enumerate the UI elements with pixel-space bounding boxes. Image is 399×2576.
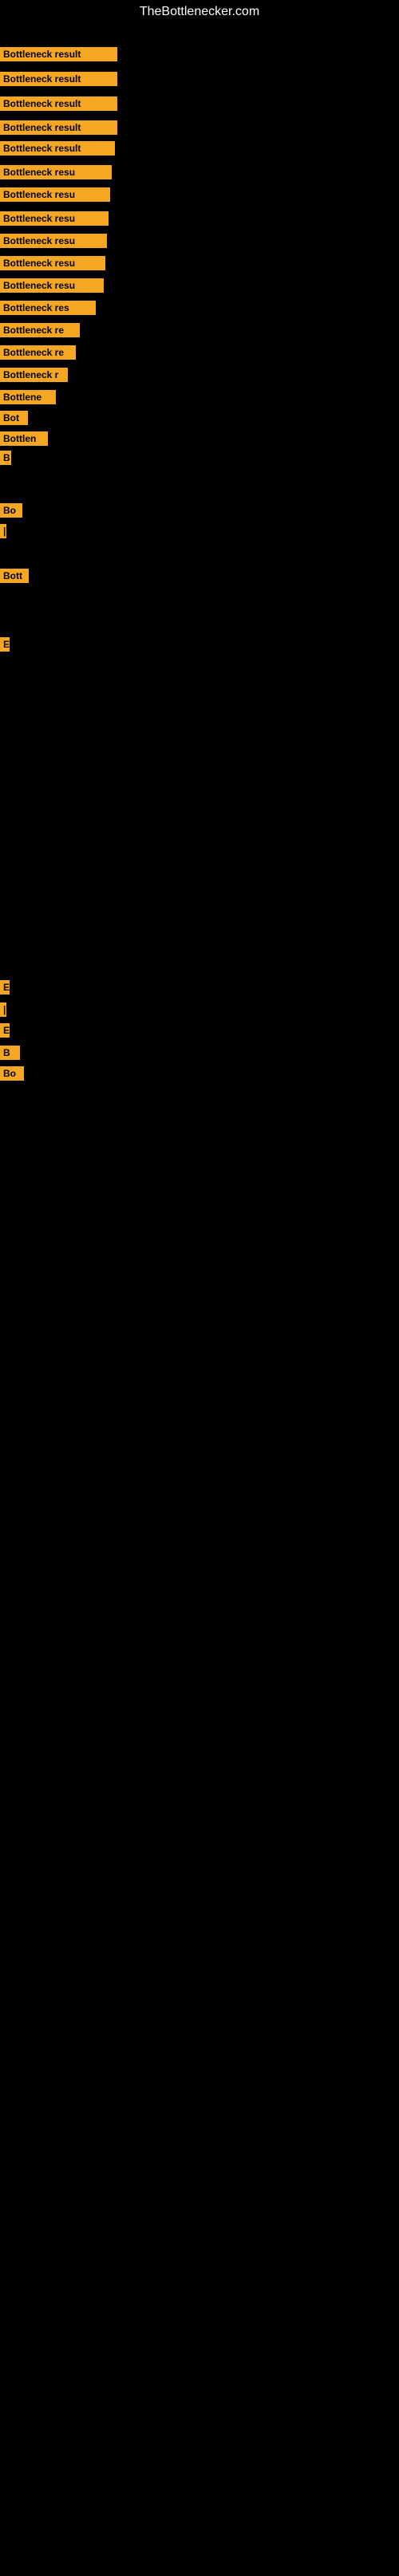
bottleneck-row: Bott [0,565,29,587]
bottleneck-label: B [0,451,11,465]
bottleneck-label: Bottleneck r [0,368,68,382]
bottleneck-label: Bottleneck resu [0,234,107,248]
bottleneck-row: Bottleneck resu [0,230,107,252]
bottleneck-label: Bottleneck result [0,97,117,111]
bottleneck-row: B [0,447,11,469]
bottleneck-label: Bottleneck result [0,141,115,156]
bottleneck-label: Bottleneck resu [0,211,109,226]
bottleneck-row: | [0,998,6,1021]
bottleneck-label: | [0,524,6,538]
bottleneck-label: Bottleneck result [0,47,117,61]
bottleneck-row: Bo [0,1062,24,1085]
bottleneck-row: Bottleneck resu [0,207,109,230]
bottleneck-row: Bottleneck re [0,319,80,341]
bottleneck-label: Bot [0,411,28,425]
bottleneck-row: E [0,633,10,656]
bottleneck-row: Bottleneck r [0,364,68,386]
bottleneck-row: Bottleneck re [0,341,76,364]
bottleneck-row: Bottleneck resu [0,161,112,183]
bottleneck-label: Bottleneck resu [0,256,105,270]
bottleneck-label: Bott [0,569,29,583]
bottleneck-row: E [0,976,10,998]
bottleneck-row: B [0,1042,20,1064]
bottleneck-label: E [0,637,10,652]
bottleneck-row: Bottleneck result [0,137,115,160]
bottleneck-label: Bottleneck result [0,120,117,135]
bottleneck-row: | [0,520,6,542]
bottleneck-row: E [0,1019,10,1042]
bottleneck-row: Bottleneck resu [0,183,110,206]
bottleneck-row: Bottleneck result [0,116,117,139]
bottleneck-label: Bo [0,1066,24,1081]
bottleneck-label: Bottlen [0,431,48,446]
bottleneck-row: Bottleneck res [0,297,96,319]
bottleneck-row: Bottleneck result [0,68,117,90]
bottleneck-row: Bottleneck resu [0,274,104,297]
bottleneck-label: Bottleneck resu [0,278,104,293]
bottleneck-label: Bottleneck re [0,323,80,337]
bottleneck-label: Bottleneck result [0,72,117,86]
site-title: TheBottlenecker.com [0,0,399,24]
bottleneck-label: E [0,1023,10,1038]
bottleneck-row: Bottleneck result [0,43,117,65]
bottleneck-label: Bottleneck res [0,301,96,315]
bottleneck-label: B [0,1046,20,1060]
bottleneck-label: E [0,980,10,995]
bottleneck-row: Bo [0,499,22,522]
bottleneck-row: Bottleneck result [0,93,117,115]
bottleneck-label: Bo [0,503,22,518]
bottleneck-row: Bot [0,407,28,429]
bottleneck-label: | [0,1002,6,1017]
bottleneck-row: Bottlene [0,386,56,408]
bottleneck-label: Bottleneck resu [0,165,112,179]
bottleneck-label: Bottleneck resu [0,187,110,202]
bottleneck-label: Bottleneck re [0,345,76,360]
bottleneck-row: Bottleneck resu [0,252,105,274]
bottleneck-label: Bottlene [0,390,56,404]
